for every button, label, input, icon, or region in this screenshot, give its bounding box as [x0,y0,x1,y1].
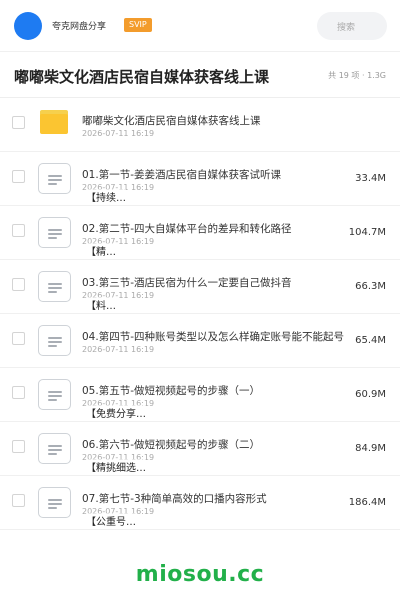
list-item[interactable]: 01.第一节-姜姜酒店民宿自媒体获客试听课 2026-07-11 16:19 【… [0,152,400,206]
file-size: 104.7M [348,227,386,238]
select-checkbox[interactable] [12,440,25,453]
list-item[interactable]: 嘟嘟柴文化酒店民宿自媒体获客线上课 2026-07-11 16:19 [0,98,400,152]
select-checkbox[interactable] [12,278,25,291]
watermark: miosou.cc [135,562,265,587]
document-icon [38,487,71,518]
file-name[interactable]: 07.第七节-3种简单高效的口播内容形式 [82,491,344,506]
file-size: 186.4M [348,497,386,508]
folder-icon [40,110,68,134]
svip-badge: SVIP [124,18,152,32]
list-item[interactable]: 02.第二节-四大自媒体平台的差异和转化路径 2026-07-11 16:19 … [0,206,400,260]
avatar[interactable] [14,12,42,40]
file-size: 33.4M [355,173,386,184]
file-name[interactable]: 嘟嘟柴文化酒店民宿自媒体获客线上课 [82,113,344,128]
file-date: 2026-07-11 16:19 [82,129,155,138]
document-icon [38,163,71,194]
select-checkbox[interactable] [12,116,25,129]
file-count-size: 共 19 项 · 1.3G [328,71,386,80]
file-name[interactable]: 02.第二节-四大自媒体平台的差异和转化路径 [82,221,344,236]
list-item[interactable]: 03.第三节-酒店民宿为什么一定要自己做抖音 2026-07-11 16:19 … [0,260,400,314]
document-icon [38,271,71,302]
file-name[interactable]: 01.第一节-姜姜酒店民宿自媒体获客试听课 [82,167,344,182]
select-checkbox[interactable] [12,386,25,399]
file-tag: 【料… [86,297,116,312]
top-bar: 夸克网盘分享 SVIP 搜索 [0,0,400,52]
list-item[interactable]: 06.第六节-做短视频起号的步骤（二） 2026-07-11 16:19 【精挑… [0,422,400,476]
file-name[interactable]: 03.第三节-酒店民宿为什么一定要自己做抖音 [82,275,344,290]
file-tag: 【精挑细选… [86,459,146,474]
file-name[interactable]: 05.第五节-做短视频起号的步骤（一） [82,383,344,398]
user-name: 夸克网盘分享 [52,22,107,32]
file-size: 66.3M [355,281,386,292]
list-item[interactable]: 04.第四节-四种账号类型以及怎么样确定账号能不能起号 2026-07-11 1… [0,314,400,368]
file-name[interactable]: 06.第六节-做短视频起号的步骤（二） [82,437,344,452]
file-date: 2026-07-11 16:19 [82,345,155,354]
file-tag: 【精… [86,243,116,258]
file-tag: 【公重号… [86,513,136,528]
list-item[interactable]: 05.第五节-做短视频起号的步骤（一） 2026-07-11 16:19 【免费… [0,368,400,422]
select-checkbox[interactable] [12,170,25,183]
search-input[interactable]: 搜索 [317,12,387,40]
document-icon [38,379,71,410]
file-list: 嘟嘟柴文化酒店民宿自媒体获客线上课 2026-07-11 16:19 01.第一… [0,98,400,530]
folder-body [40,114,68,134]
document-icon [38,433,71,464]
document-icon [38,217,71,248]
search-placeholder: 搜索 [337,23,356,33]
title-row: 嘟嘟柴文化酒店民宿自媒体获客线上课 共 19 项 · 1.3G [0,52,400,98]
file-name[interactable]: 04.第四节-四种账号类型以及怎么样确定账号能不能起号 [82,329,344,344]
file-size: 84.9M [355,443,386,454]
document-icon [38,325,71,356]
file-tag: 【持续… [86,189,126,204]
select-checkbox[interactable] [12,332,25,345]
list-item[interactable]: 07.第七节-3种简单高效的口播内容形式 2026-07-11 16:19 【公… [0,476,400,530]
file-tag: 【免费分享… [86,405,146,420]
file-size: 65.4M [355,335,386,346]
select-checkbox[interactable] [12,224,25,237]
file-size: 60.9M [355,389,386,400]
select-checkbox[interactable] [12,494,25,507]
page-title: 嘟嘟柴文化酒店民宿自媒体获客线上课 [14,68,270,86]
